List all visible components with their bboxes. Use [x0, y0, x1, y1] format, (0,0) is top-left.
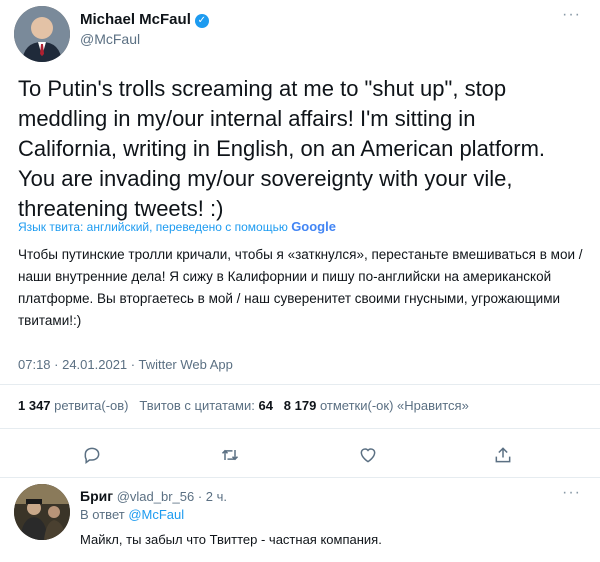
reply-handle-time[interactable]: @vlad_br_56 · 2 ч.	[117, 489, 227, 504]
quotes-label[interactable]: Твитов с цитатами:	[139, 398, 255, 413]
retweets-label[interactable]: ретвита(-ов)	[54, 398, 128, 413]
in-reply-prefix: В ответ	[80, 507, 125, 522]
divider	[0, 384, 600, 385]
reply-avatar[interactable]	[14, 484, 70, 540]
google-logo-text: Google	[291, 219, 336, 234]
author-handle[interactable]: @McFaul	[80, 31, 140, 47]
tweet-meta[interactable]: 07:18 · 24.01.2021 · Twitter Web App	[18, 357, 233, 372]
likes-count[interactable]: 8 179	[284, 398, 317, 413]
divider	[0, 477, 600, 478]
reply-icon[interactable]	[80, 443, 104, 467]
translation-notice[interactable]: Язык твита: английский, переведено с пом…	[18, 219, 336, 234]
reply-author-name[interactable]: Бриг	[80, 488, 113, 504]
google-logo: Google	[291, 219, 336, 234]
tweet-text: To Putin's trolls screaming at me to "sh…	[18, 76, 546, 221]
author-avatar[interactable]	[14, 6, 70, 62]
verified-badge-icon: ✓	[194, 14, 209, 28]
in-reply-handle[interactable]: @McFaul	[128, 507, 184, 522]
likes-label[interactable]: отметки(-ок) «Нравится»	[320, 398, 469, 413]
more-icon[interactable]: ···	[562, 6, 581, 24]
divider	[0, 428, 600, 429]
reply-text: Майкл, ты забыл что Твиттер - частная ко…	[80, 532, 382, 547]
like-icon[interactable]	[356, 443, 380, 467]
quotes-count[interactable]: 64	[258, 398, 272, 413]
reply-more-icon[interactable]: ···	[562, 484, 581, 502]
author-name[interactable]: Michael McFaul	[80, 11, 191, 28]
in-reply-to: В ответ @McFaul	[80, 507, 184, 522]
retweet-icon[interactable]	[218, 443, 242, 467]
tweet-stats: 1 347 ретвита(-ов) Твитов с цитатами: 64…	[18, 398, 469, 413]
translated-text: Чтобы путинские тролли кричали, чтобы я …	[18, 247, 583, 328]
retweets-count[interactable]: 1 347	[18, 398, 51, 413]
share-icon[interactable]	[491, 443, 515, 467]
translation-label: Язык твита: английский, переведено с пом…	[18, 220, 288, 234]
